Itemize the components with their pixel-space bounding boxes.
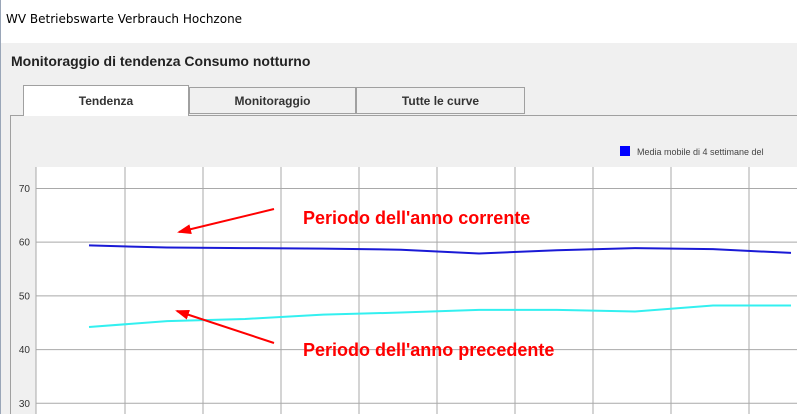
y-tick-label: 60 [19, 238, 31, 249]
trend-chart: 30 40 50 60 70 Media mobile di 4 settimane d… [19, 146, 797, 414]
legend-swatch [620, 146, 630, 156]
window-titlebar: WV Betriebswarte Verbrauch Hochzone [0, 0, 797, 43]
y-tick-label: 50 [19, 291, 31, 302]
main-content: Monitoraggio di tendenza Consumo notturn… [1, 43, 797, 414]
window-title: WV Betriebswarte Verbrauch Hochzone [6, 12, 243, 26]
y-tick-label: 40 [19, 345, 31, 356]
plot-area [36, 167, 797, 414]
chart-panel: 30 40 50 60 70 Media mobile di 4 settimane d… [10, 115, 797, 414]
legend-label: Media mobile di 4 settimane del [637, 147, 764, 157]
tab-monitoraggio[interactable]: Monitoraggio [189, 87, 356, 114]
y-axis: 30 40 50 60 70 [19, 184, 31, 410]
y-tick-label: 70 [19, 184, 31, 195]
y-tick-label: 30 [19, 399, 31, 410]
annotation-current: Periodo dell'anno corrente [303, 208, 530, 228]
page-title: Monitoraggio di tendenza Consumo notturn… [11, 53, 311, 69]
annotation-previous: Periodo dell'anno precedente [303, 340, 554, 360]
tab-tutte-le-curve[interactable]: Tutte le curve [356, 87, 525, 114]
tab-tendenza[interactable]: Tendenza [23, 85, 189, 116]
